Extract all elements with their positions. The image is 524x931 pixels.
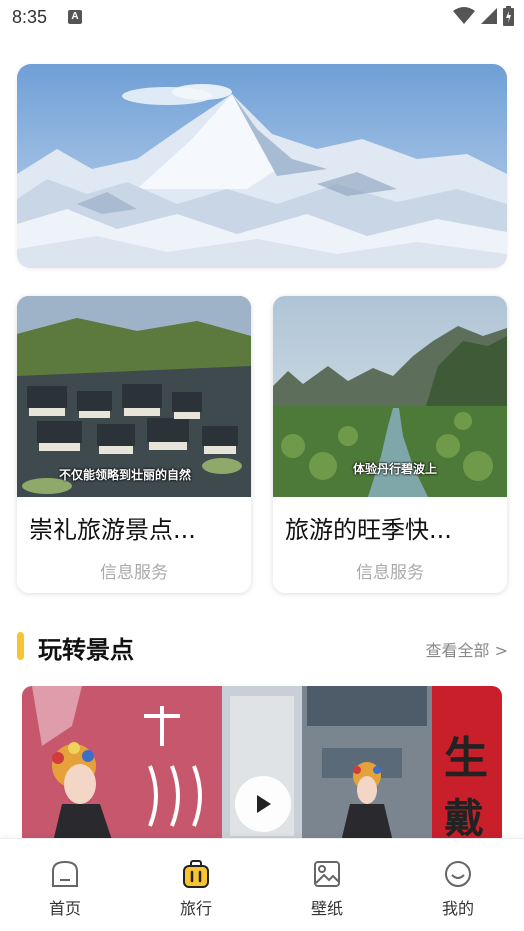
card-subtitle-2: 信息服务 (356, 563, 424, 583)
wifi-icon (453, 7, 475, 24)
card-title-1: 崇礼旅游景点... (29, 516, 196, 544)
card-image-1: 不仅能领略到壮丽的自然 (17, 296, 251, 497)
attraction-card-2[interactable]: 体验丹行碧波上 旅游的旺季快... 信息服务 (273, 296, 507, 593)
signal-icon (481, 8, 497, 24)
card-title-2: 旅游的旺季快... (285, 516, 452, 544)
status-icons (453, 6, 514, 26)
play-icon (257, 795, 271, 813)
card-image-2: 体验丹行碧波上 (273, 296, 507, 497)
calligraphy-text-2: 戴 (444, 795, 484, 842)
home-icon (52, 860, 78, 887)
card-image-caption-1: 不仅能领略到壮丽的自然 (59, 468, 192, 482)
suitcase-icon (183, 860, 209, 888)
nav-label-travel: 旅行 (179, 899, 212, 918)
see-all-link[interactable]: 查看全部 > (426, 637, 509, 661)
attraction-card-1[interactable]: 不仅能领略到壮丽的自然 崇礼旅游景点... 信息服务 (17, 296, 251, 593)
battery-icon (503, 6, 514, 26)
nav-label-home: 首页 (48, 899, 81, 918)
bottom-nav: 首页 旅行 壁纸 我的 (0, 838, 524, 931)
calligraphy-text-1: 生 (444, 733, 488, 784)
section-title: 玩转景点 (38, 636, 134, 664)
image-icon (314, 861, 340, 887)
nav-label-wallpaper: 壁纸 (310, 899, 343, 918)
status-bar: 8:35 A (0, 0, 524, 36)
nav-item-wallpaper[interactable]: 壁纸 (287, 859, 367, 919)
smile-icon (445, 861, 471, 887)
section-accent-bar (17, 632, 24, 660)
status-time: 8:35 (12, 7, 48, 27)
nav-item-mine[interactable]: 我的 (418, 859, 498, 919)
play-button[interactable] (235, 776, 291, 832)
nav-label-mine: 我的 (441, 899, 474, 918)
card-image-caption-2: 体验丹行碧波上 (353, 462, 438, 476)
card-subtitle-1: 信息服务 (100, 563, 168, 583)
banner-mountain-image (17, 64, 507, 268)
a-icon: A (68, 10, 82, 24)
nav-item-travel[interactable]: 旅行 (156, 859, 236, 919)
hero-banner[interactable] (17, 64, 507, 268)
nav-item-home[interactable]: 首页 (25, 859, 105, 919)
